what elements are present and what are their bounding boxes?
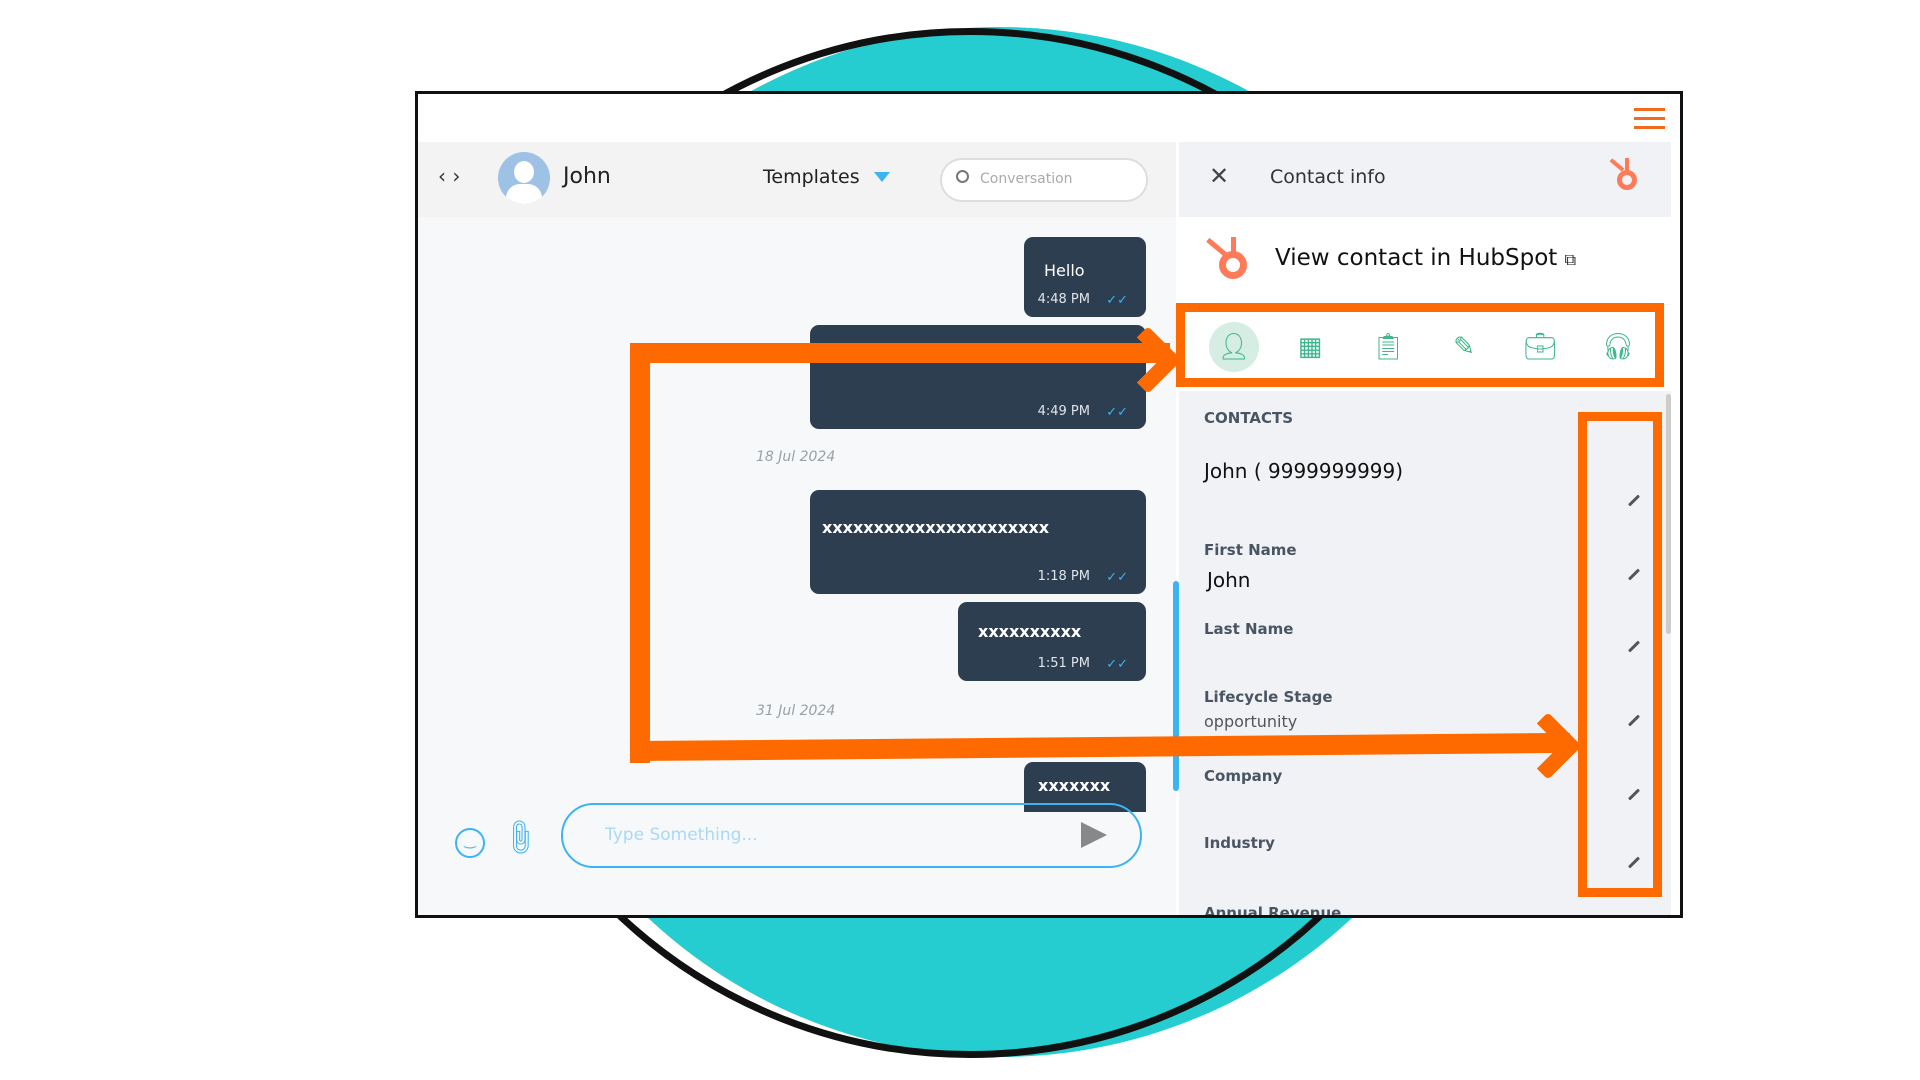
date-separator: 18 Jul 2024: [756, 449, 836, 465]
panel-title: Contact info: [1270, 166, 1386, 188]
hubspot-logo-icon: [1607, 156, 1643, 196]
menu-icon[interactable]: [1628, 104, 1668, 134]
chevron-down-icon: [873, 172, 890, 182]
search-icon: [956, 170, 969, 183]
annotation-arrow-line: [630, 345, 650, 763]
app-window: ‹ › John Templates Conversation Hello 4:…: [415, 91, 1683, 918]
date-separator: 31 Jul 2024: [756, 703, 836, 719]
message-placeholder: Type Something...: [605, 825, 758, 845]
panel-scrollbar[interactable]: [1666, 394, 1671, 634]
highlight-edit-box: [1578, 412, 1662, 897]
field-label: Annual Revenue: [1204, 904, 1342, 918]
templates-label: Templates: [763, 166, 860, 188]
contact-summary: John ( 9999999999): [1204, 459, 1404, 483]
view-contact-link[interactable]: View contact in HubSpot ⧉: [1275, 245, 1576, 271]
field-label: Industry: [1204, 834, 1275, 852]
search-input[interactable]: Conversation: [940, 158, 1148, 202]
emoji-icon[interactable]: ‿: [455, 828, 485, 858]
read-check-icon: ✓✓: [1106, 405, 1128, 420]
field-label: Last Name: [1204, 620, 1294, 638]
field-label: First Name: [1204, 541, 1297, 559]
external-link-icon: ⧉: [1564, 250, 1577, 269]
field-value: John: [1207, 568, 1251, 592]
message-input[interactable]: Type Something...: [561, 803, 1142, 868]
field-label: Company: [1204, 767, 1283, 785]
message-bubble: Hello 4:48 PM ✓✓: [1024, 237, 1146, 317]
send-icon[interactable]: [1081, 822, 1107, 848]
hubspot-logo-icon: [1205, 233, 1255, 287]
message-bubble: xxxxxxxxxx 1:51 PM ✓✓: [958, 602, 1146, 681]
message-bubble: 4:49 PM ✓✓: [810, 325, 1146, 429]
message-list[interactable]: Hello 4:48 PM ✓✓ 4:49 PM ✓✓ 18 Jul 2024 xx…: [418, 217, 1179, 915]
chat-header: ‹ › John Templates Conversation: [418, 142, 1176, 217]
section-title: CONTACTS: [1204, 409, 1294, 427]
read-check-icon: ✓✓: [1106, 570, 1128, 585]
field-value: opportunity: [1204, 712, 1298, 731]
view-contact-row: View contact in HubSpot ⧉: [1179, 217, 1671, 304]
read-check-icon: ✓✓: [1106, 657, 1128, 672]
read-check-icon: ✓✓: [1106, 293, 1128, 308]
close-icon[interactable]: ✕: [1209, 162, 1229, 190]
attachment-icon[interactable]: 📎︎: [497, 816, 542, 861]
message-bubble: xxxxxxxxxxxxxxxxxxxxxx 1:18 PM ✓✓: [810, 490, 1146, 594]
contact-name: John: [563, 164, 611, 189]
code-toggle-icon[interactable]: ‹ ›: [438, 164, 460, 188]
templates-dropdown[interactable]: Templates: [763, 166, 890, 188]
field-label: Lifecycle Stage: [1204, 688, 1333, 706]
annotation-arrow-line: [630, 343, 1170, 363]
avatar: [498, 152, 550, 204]
search-placeholder: Conversation: [980, 171, 1073, 187]
highlight-tabs-box: [1176, 303, 1664, 387]
